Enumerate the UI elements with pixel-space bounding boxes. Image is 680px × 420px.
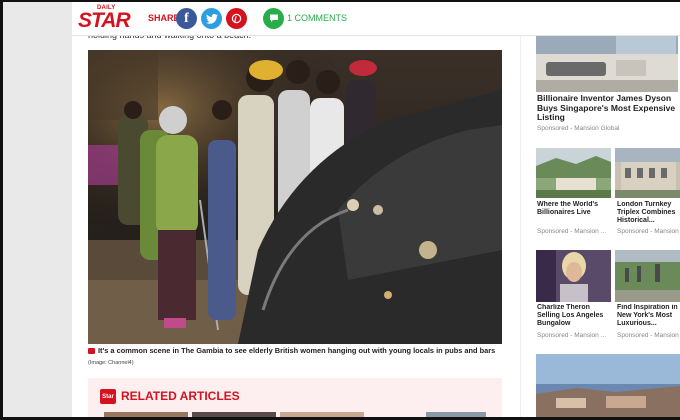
sponsored-ad-image[interactable]	[615, 250, 680, 302]
pinterest-share-button[interactable]	[226, 8, 247, 29]
related-articles-heading: RELATED ARTICLES	[121, 389, 240, 403]
logo-star-text: STAR	[78, 9, 131, 32]
sponsored-ad-title[interactable]: Charlize Theron Selling Los Angeles Bung…	[537, 304, 609, 327]
window-frame-left	[0, 0, 3, 420]
photo-caption: It's a common scene in The Gambia to see…	[88, 346, 495, 355]
sponsored-ad-source: Sponsored - Mansion ...	[537, 228, 607, 235]
comments-count-link[interactable]: 1 COMMENTS	[287, 13, 347, 23]
related-articles-section: Star RELATED ARTICLES	[88, 378, 502, 417]
sponsored-ad-title[interactable]: London Turnkey Triplex Combines Historic…	[617, 201, 680, 224]
daily-star-logo[interactable]: DAILY STAR	[78, 5, 131, 33]
sponsored-ad-source: Sponsored - Mansion ...	[617, 228, 680, 235]
sponsored-ad-image[interactable]	[536, 354, 680, 417]
site-header: DAILY STAR SHARE f 1 COMMENTS	[72, 2, 680, 36]
sponsored-ad-image[interactable]	[615, 148, 680, 198]
related-article-thumbnail[interactable]	[280, 412, 364, 417]
sponsored-ad-source: Sponsored - Mansion ...	[537, 332, 607, 339]
sponsored-ad-source: Sponsored - Mansion Global	[537, 125, 620, 132]
related-article-thumbnail[interactable]	[192, 412, 276, 417]
sponsored-ad-title[interactable]: Find Inspiration in New York's Most Luxu…	[617, 304, 680, 327]
small-logo-text: Star	[102, 393, 114, 400]
sponsored-ad-image[interactable]	[536, 250, 611, 302]
sponsored-ad-image[interactable]	[536, 148, 611, 198]
sidebar-divider	[520, 36, 521, 417]
photo-credit: (Image: Channel4)	[88, 360, 134, 366]
sponsored-ad-source: Sponsored - Mansion ...	[617, 332, 680, 339]
article-page: DAILY STAR SHARE f 1 COMMENTS holding ha…	[72, 2, 680, 417]
pinterest-icon	[231, 13, 242, 24]
camera-icon	[88, 347, 95, 354]
sponsored-ad-title[interactable]: Where the World's Billionaires Live	[537, 201, 609, 217]
comment-icon	[269, 14, 278, 22]
sponsored-ad-title[interactable]: Billionaire Inventor James Dyson Buys Si…	[537, 94, 680, 123]
facebook-share-button[interactable]: f	[176, 8, 197, 29]
photo-caption-text: It's a common scene in The Gambia to see…	[98, 346, 496, 355]
related-article-thumbnail[interactable]	[426, 412, 486, 417]
twitter-share-button[interactable]	[201, 8, 222, 29]
share-label: SHARE	[148, 13, 180, 23]
sponsored-ad-image[interactable]	[536, 32, 678, 92]
comments-button[interactable]	[263, 8, 284, 29]
article-photo	[88, 50, 502, 344]
related-article-thumbnail[interactable]	[104, 412, 188, 417]
daily-star-small-logo: Star	[100, 389, 116, 404]
facebook-icon: f	[184, 10, 189, 26]
twitter-icon	[205, 13, 218, 24]
